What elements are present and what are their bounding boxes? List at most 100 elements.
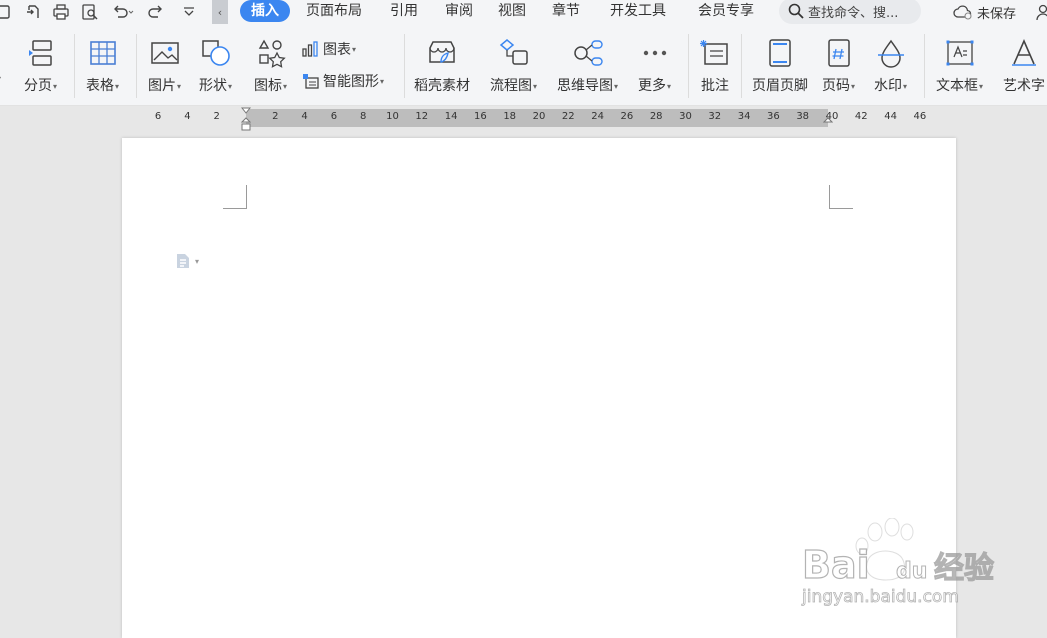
divider bbox=[741, 34, 742, 98]
ruler-tick-label: 12 bbox=[415, 111, 429, 122]
watermark-label: 水印 bbox=[874, 78, 902, 94]
ruler-tick-label: 6 bbox=[330, 111, 338, 122]
page-number-label: 页码 bbox=[822, 78, 850, 94]
page-number-button[interactable]: 页码▾ bbox=[822, 36, 855, 95]
header-footer-button[interactable]: 页眉页脚 bbox=[752, 36, 808, 95]
undo-icon[interactable] bbox=[108, 2, 138, 22]
redo-icon[interactable] bbox=[145, 2, 167, 22]
chevron-down-icon: ▾ bbox=[115, 81, 120, 91]
save-icon[interactable] bbox=[0, 2, 14, 22]
divider bbox=[136, 34, 137, 98]
ruler-tick-label: 4 bbox=[301, 111, 308, 122]
first-line-indent-marker[interactable] bbox=[241, 107, 251, 117]
print-icon[interactable] bbox=[50, 2, 72, 22]
text-box-icon bbox=[946, 40, 973, 66]
ruler-tick-label: 32 bbox=[708, 111, 722, 122]
text-box-label: 文本框 bbox=[936, 78, 978, 94]
ruler-tick-label: 42 bbox=[854, 111, 868, 122]
ruler-tick-label: 34 bbox=[737, 111, 751, 122]
table-button[interactable]: 表格▾ bbox=[86, 36, 119, 95]
ruler-tick-label: 38 bbox=[796, 111, 810, 122]
word-art-icon bbox=[1012, 38, 1036, 66]
icon-library-button[interactable]: 图标▾ bbox=[254, 36, 287, 95]
chevron-down-icon: ▾ bbox=[228, 81, 233, 91]
watermark-url: jingyan.baidu.com bbox=[801, 587, 959, 607]
cloud-icon bbox=[953, 5, 972, 20]
tab-section[interactable]: 章节 bbox=[552, 0, 580, 24]
icon-library-label: 图标 bbox=[254, 78, 282, 94]
divider bbox=[404, 34, 405, 98]
header-footer-icon bbox=[769, 39, 791, 67]
docer-material-button[interactable]: 稻壳素材 bbox=[414, 36, 470, 95]
header-footer-label: 页眉页脚 bbox=[752, 78, 808, 94]
ruler-tick-label: 10 bbox=[386, 111, 399, 122]
watermark-icon bbox=[877, 39, 904, 68]
smart-art-label: 智能图形 bbox=[323, 74, 379, 90]
ribbon-cut-off-caret[interactable]: ▾ bbox=[0, 74, 1, 83]
save-status-label: 未保存 bbox=[977, 6, 1017, 22]
more-label: 更多 bbox=[638, 78, 666, 94]
chevron-down-icon: ▾ bbox=[283, 81, 288, 91]
svg-text:Bai: Bai bbox=[802, 543, 870, 587]
ruler-tick-label: 44 bbox=[884, 111, 897, 122]
search-placeholder: 查找命令、搜... bbox=[808, 5, 899, 21]
divider bbox=[924, 34, 925, 98]
tab-member[interactable]: 会员专享 bbox=[698, 0, 754, 24]
page-break-label: 分页 bbox=[24, 78, 52, 94]
chevron-down-icon: ▾ bbox=[533, 81, 538, 91]
comment-label: 批注 bbox=[701, 78, 729, 94]
flowchart-label: 流程图 bbox=[490, 78, 532, 94]
tab-review[interactable]: 审阅 bbox=[445, 0, 473, 24]
tab-page-layout[interactable]: 页面布局 bbox=[306, 0, 362, 24]
tab-view[interactable]: 视图 bbox=[498, 0, 526, 24]
ruler-tick-label: 30 bbox=[679, 111, 692, 122]
horizontal-ruler[interactable]: 6 4 2 2 4 6 8 10 12 14 16 18 20 22 24 26 28 30 32 34 36 38 40 4… bbox=[0, 106, 1047, 131]
mindmap-button[interactable]: 思维导图▾ bbox=[557, 36, 618, 95]
save-status[interactable]: 未保存 bbox=[953, 1, 1016, 23]
svg-text:du: du bbox=[896, 559, 927, 584]
insert-ribbon: ▾ 分页▾ 表格▾ 图片▾ 形状▾ 图标▾ 图表▾ 智能图形▾ 稻壳素材 流程图… bbox=[0, 24, 1047, 106]
ruler-tick-label: 28 bbox=[649, 111, 663, 122]
margin-corner-top-left bbox=[223, 185, 247, 209]
docer-material-icon bbox=[429, 41, 455, 63]
table-label: 表格 bbox=[86, 78, 114, 94]
smart-art-button[interactable]: 智能图形 ▾ bbox=[301, 71, 384, 91]
margin-corner-top-right bbox=[829, 185, 853, 209]
right-indent-marker[interactable] bbox=[823, 117, 833, 127]
user-icon[interactable] bbox=[1035, 3, 1047, 21]
picture-button[interactable]: 图片▾ bbox=[148, 36, 181, 95]
text-box-button[interactable]: 文本框▾ bbox=[936, 36, 983, 95]
word-art-button[interactable]: 艺术字 bbox=[1003, 36, 1045, 95]
mindmap-label: 思维导图 bbox=[557, 78, 613, 94]
ruler-tick-label: 4 bbox=[184, 111, 191, 122]
chevron-down-icon: ▾ bbox=[979, 81, 984, 91]
customize-toolbar-icon[interactable] bbox=[178, 2, 200, 22]
tab-insert[interactable]: 插入 bbox=[240, 0, 290, 22]
more-button[interactable]: 更多▾ bbox=[638, 36, 671, 95]
left-indent-marker[interactable] bbox=[241, 123, 251, 131]
ruler-tick-label: 24 bbox=[591, 111, 604, 122]
chevron-left-icon[interactable]: ‹ bbox=[212, 0, 228, 24]
comment-button[interactable]: 批注 bbox=[699, 36, 731, 95]
page-break-button[interactable]: 分页▾ bbox=[24, 36, 57, 95]
tab-references[interactable]: 引用 bbox=[390, 0, 418, 24]
svg-text:经验: 经验 bbox=[934, 551, 994, 586]
print-preview-icon[interactable] bbox=[79, 2, 101, 22]
chart-button[interactable]: 图表 ▾ bbox=[301, 39, 356, 59]
docer-material-label: 稻壳素材 bbox=[414, 78, 470, 94]
chevron-down-icon: ▾ bbox=[851, 81, 856, 91]
flowchart-button[interactable]: 流程图▾ bbox=[490, 36, 537, 95]
tab-developer[interactable]: 开发工具 bbox=[610, 0, 666, 24]
watermark-button[interactable]: 水印▾ bbox=[874, 36, 907, 95]
ruler-tick-label: 22 bbox=[561, 111, 575, 122]
ruler-tick-label: 26 bbox=[620, 111, 634, 122]
ruler-tick-label: 6 bbox=[154, 111, 162, 122]
output-as-pdf-icon[interactable] bbox=[22, 2, 44, 22]
paragraph-layout-button[interactable]: ▾ bbox=[175, 253, 199, 269]
icon-library-icon bbox=[258, 39, 286, 68]
command-search[interactable]: 查找命令、搜... bbox=[779, 0, 921, 24]
smart-art-icon bbox=[303, 74, 319, 89]
ruler-tick-label: 16 bbox=[474, 111, 487, 122]
ruler-tick-label: 36 bbox=[767, 111, 780, 122]
shape-button[interactable]: 形状▾ bbox=[199, 36, 232, 95]
